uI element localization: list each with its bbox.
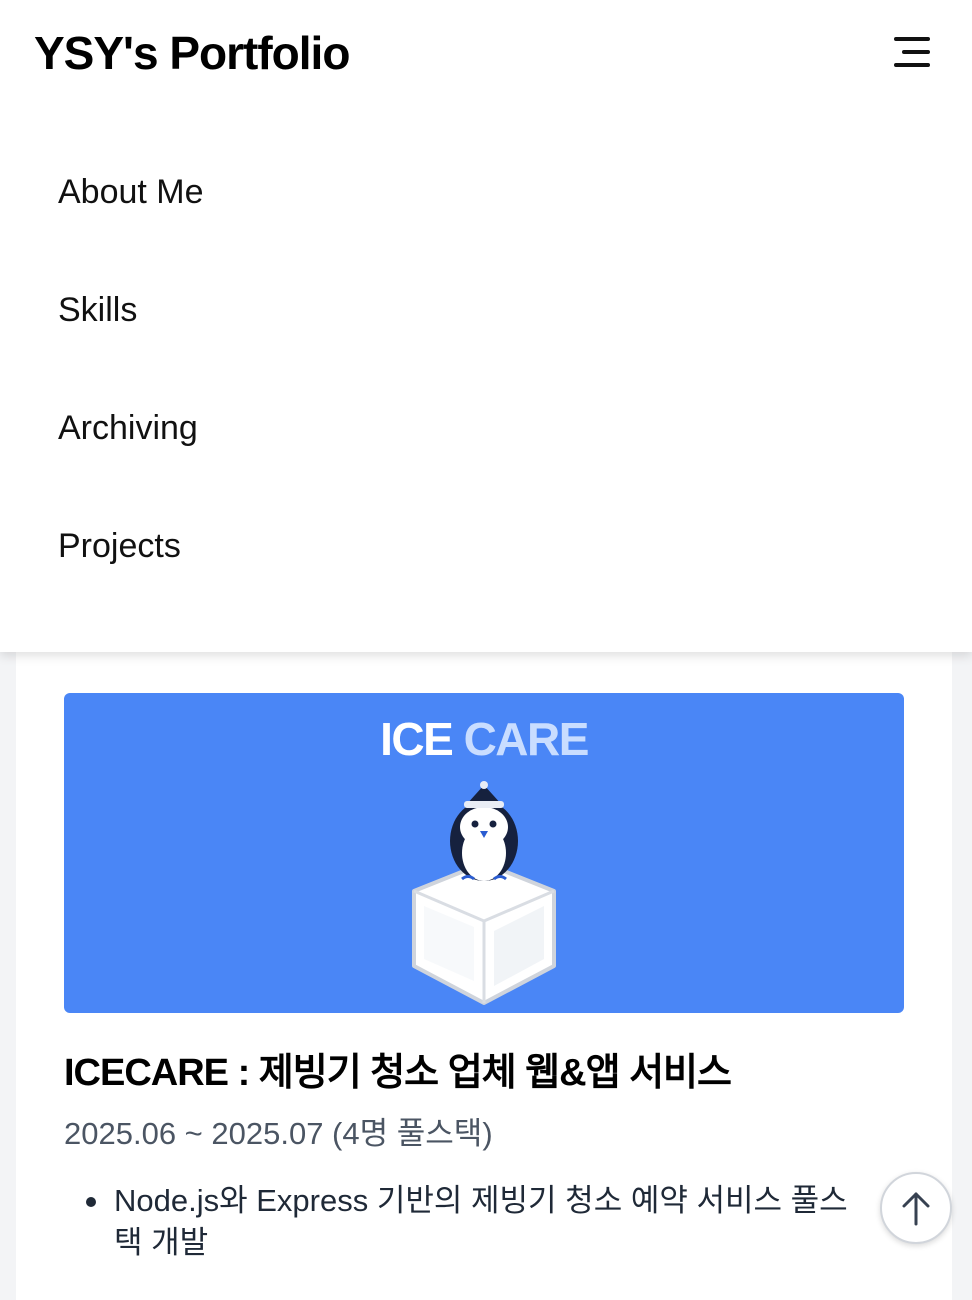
- nav-item-archiving[interactable]: Archiving: [58, 388, 198, 468]
- thumbnail-title-ice: ICE: [380, 713, 454, 765]
- penguin-on-ice-cube-illustration: [412, 781, 556, 1005]
- project-title: ICECARE : 제빙기 청소 업체 웹&앱 서비스: [64, 1052, 732, 1094]
- project-thumbnail[interactable]: ICE CARE: [64, 693, 904, 1013]
- project-card: ICE CARE ICECARE : 제빙기 청소 업체 웹&앱 서비스 202…: [16, 600, 952, 1300]
- project-bullet-list: Node.js와 Express 기반의 제빙기 청소 예약 서비스 풀스택 개…: [64, 1180, 864, 1264]
- bullet-text: Node.js와 Express 기반의 제빙기 청소 예약 서비스 풀스택 개…: [114, 1183, 848, 1260]
- menu-button[interactable]: [888, 34, 936, 70]
- list-item: Node.js와 Express 기반의 제빙기 청소 예약 서비스 풀스택 개…: [64, 1180, 864, 1264]
- nav-item-projects[interactable]: Projects: [58, 506, 181, 586]
- thumbnail-title: ICE CARE: [64, 711, 904, 767]
- nav-dropdown-menu: About Me Skills Archiving Projects: [0, 112, 972, 652]
- nav-item-skills[interactable]: Skills: [58, 270, 137, 350]
- hamburger-menu-icon: [894, 37, 930, 67]
- site-header: YSY's Portfolio: [0, 0, 972, 112]
- arrow-up-icon: [902, 1192, 930, 1226]
- site-brand[interactable]: YSY's Portfolio: [34, 24, 350, 82]
- scroll-to-top-button[interactable]: [880, 1172, 952, 1244]
- nav-item-about-me[interactable]: About Me: [58, 152, 204, 232]
- thumbnail-title-care: CARE: [463, 713, 590, 765]
- bullet-dot-icon: [86, 1197, 96, 1207]
- project-period: 2025.06 ~ 2025.07 (4명 풀스택): [64, 1116, 493, 1151]
